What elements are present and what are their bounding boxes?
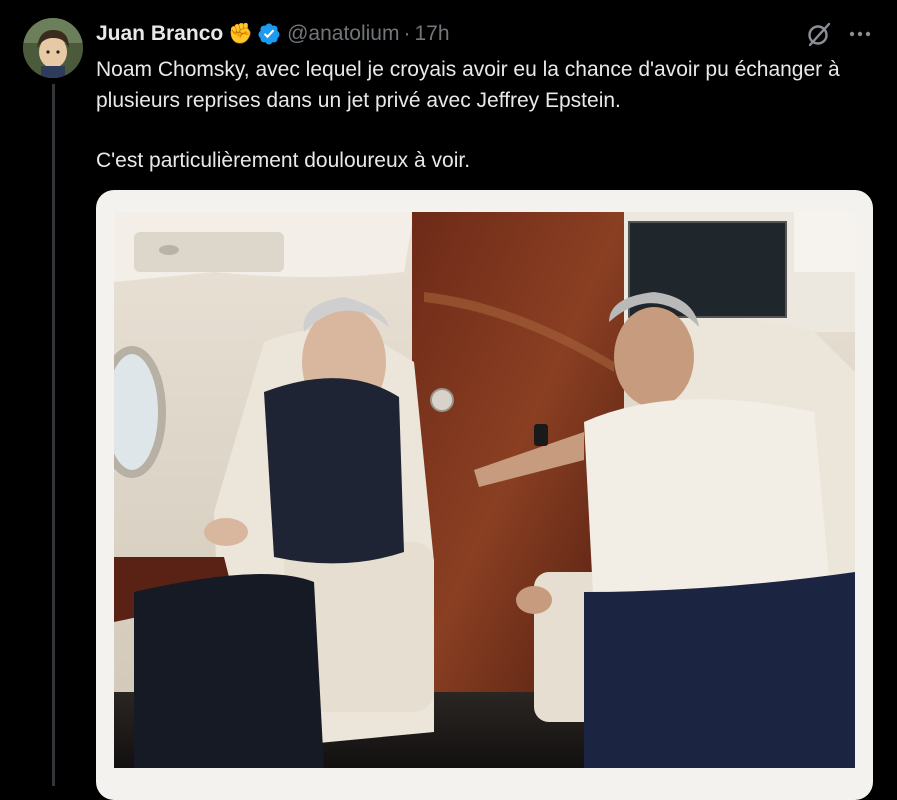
- avatar-image: [23, 18, 83, 78]
- author-handle[interactable]: @anatolium: [287, 22, 399, 46]
- tweet-text-paragraph-1: Noam Chomsky, avec lequel je croyais avo…: [96, 58, 840, 112]
- tweet-media-card[interactable]: [96, 190, 873, 800]
- avatar[interactable]: [23, 18, 83, 78]
- raised-fist-emoji: ✊: [228, 23, 254, 45]
- more-options-icon[interactable]: [846, 20, 874, 48]
- grok-icon[interactable]: [806, 21, 832, 47]
- thread-line: [52, 84, 55, 786]
- dot-separator: ·: [403, 22, 411, 45]
- author-name[interactable]: Juan Branco: [96, 22, 223, 46]
- tweet-text-paragraph-2: C'est particulièrement douloureux à voir…: [96, 149, 471, 172]
- tweet-text: Noam Chomsky, avec lequel je croyais avo…: [96, 54, 856, 176]
- tweet-photo[interactable]: [114, 212, 855, 768]
- tweet-timestamp[interactable]: 17h: [414, 22, 449, 46]
- tweet-header: Juan Branco ✊ @anatolium · 17h: [96, 20, 450, 48]
- verified-badge-icon: [258, 23, 280, 45]
